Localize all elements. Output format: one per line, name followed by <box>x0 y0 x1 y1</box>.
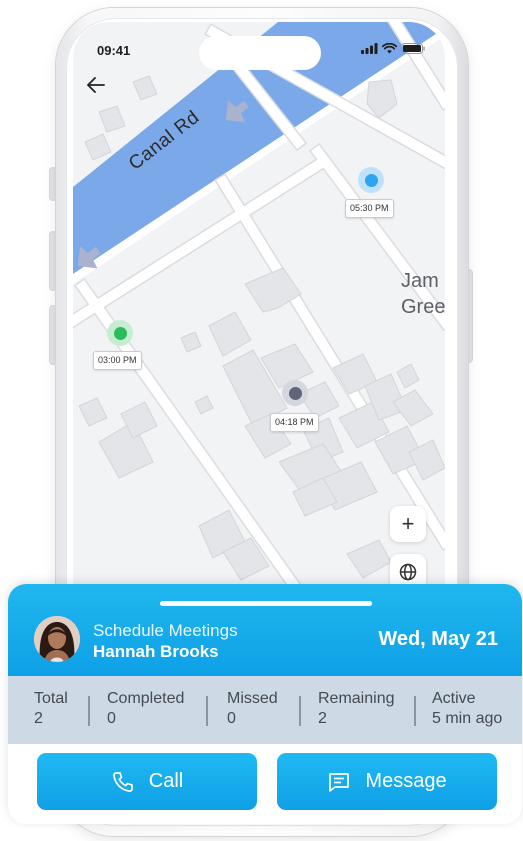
stat-label: Active <box>432 690 476 707</box>
card-header: Schedule Meetings Hannah Brooks Wed, May… <box>8 584 522 676</box>
pin-time-label: 04:18 PM <box>270 413 319 432</box>
person-name: Hannah Brooks <box>93 642 219 661</box>
stat-value: 2 <box>318 710 327 727</box>
pin-time-label: 05:30 PM <box>345 199 394 218</box>
dynamic-island <box>199 36 321 70</box>
signal-icon <box>361 43 378 54</box>
meeting-card: Schedule Meetings Hannah Brooks Wed, May… <box>8 584 522 824</box>
status-bar: 09:41 <box>73 22 445 70</box>
stat-active: Active 5 min ago <box>432 689 502 729</box>
globe-icon <box>399 563 417 581</box>
pin-time-label: 03:00 PM <box>93 351 142 370</box>
pin-dot <box>288 386 302 400</box>
pin-dot <box>364 173 378 187</box>
meeting-date: Wed, May 21 <box>378 628 498 650</box>
zoom-in-button[interactable]: + <box>390 506 426 542</box>
stat-divider <box>206 696 208 726</box>
stat-divider <box>414 696 416 726</box>
back-button[interactable] <box>85 74 107 96</box>
call-button[interactable]: Call <box>37 753 257 810</box>
app-mockup: 09:41 Canal Rd Jam Gree 05:30 PM 03:00 P… <box>0 0 523 841</box>
map-pin-green[interactable] <box>107 320 133 346</box>
stat-divider <box>88 696 90 726</box>
stat-divider <box>299 696 301 726</box>
message-button[interactable]: Message <box>277 753 497 810</box>
avatar <box>34 616 80 662</box>
drag-handle[interactable] <box>160 601 372 606</box>
message-icon <box>329 772 350 792</box>
place-label-line2: Gree <box>401 296 445 318</box>
avatar-image <box>34 616 80 662</box>
stat-completed: Completed 0 <box>107 689 184 729</box>
place-label: Jam Gree <box>401 268 445 320</box>
stat-label: Remaining <box>318 690 395 707</box>
status-time: 09:41 <box>97 43 131 58</box>
stat-value: 2 <box>34 710 43 727</box>
map-pin-blue[interactable] <box>358 167 384 193</box>
stat-remaining: Remaining 2 <box>318 689 394 729</box>
place-label-line1: Jam <box>401 270 439 292</box>
stat-label: Completed <box>107 690 185 707</box>
zoom-in-label: + <box>401 511 415 536</box>
pin-dot <box>113 326 127 340</box>
stat-label: Total <box>34 690 68 707</box>
status-icons <box>361 43 425 54</box>
stat-value: 0 <box>107 710 116 727</box>
stat-label: Missed <box>227 690 278 707</box>
stat-total: Total 2 <box>34 689 68 729</box>
stat-value: 5 min ago <box>432 710 503 727</box>
stat-missed: Missed 0 <box>227 689 278 729</box>
message-label: Message <box>365 770 447 792</box>
call-label: Call <box>148 770 184 792</box>
stat-value: 0 <box>227 710 236 727</box>
wifi-icon <box>382 43 397 54</box>
battery-icon <box>401 43 425 54</box>
arrow-left-icon <box>87 77 105 93</box>
phone-icon <box>112 771 133 792</box>
map-pin-gray[interactable] <box>282 380 308 406</box>
meeting-title: Schedule Meetings <box>93 621 238 640</box>
stats-bar: Total 2 Completed 0 Missed 0 Remaining 2… <box>8 676 522 744</box>
